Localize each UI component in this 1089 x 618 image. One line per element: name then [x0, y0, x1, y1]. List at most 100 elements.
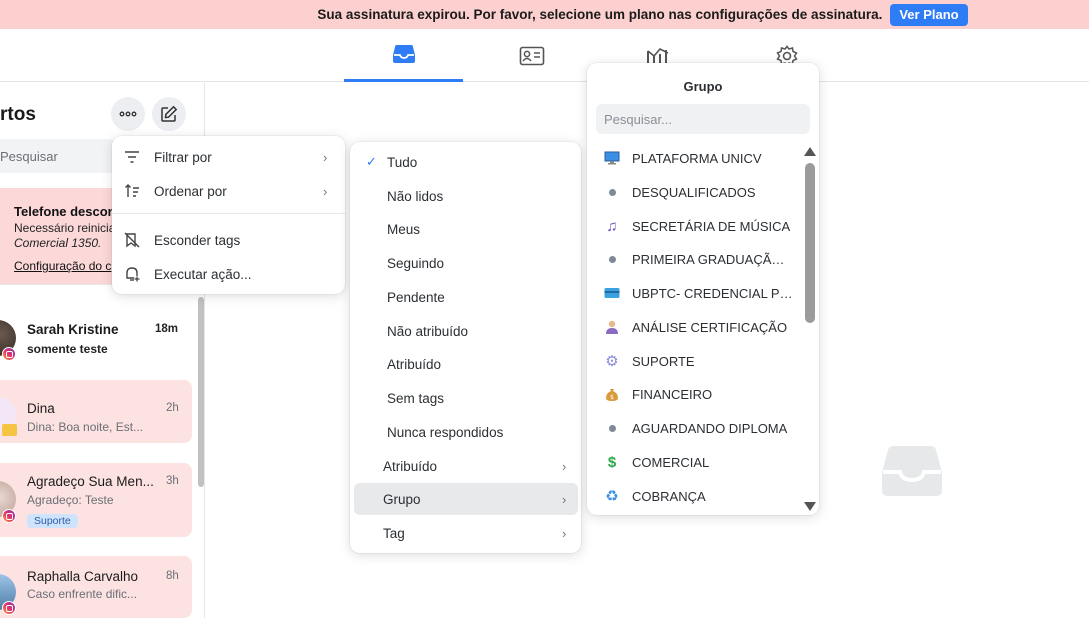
filter-option[interactable]: Não lidos: [354, 180, 578, 212]
dollar-icon: $: [607, 453, 617, 471]
conversation-name: Sarah Kristine: [27, 322, 119, 337]
group-label: COBRANÇA: [632, 488, 706, 504]
instagram-icon: [2, 601, 16, 615]
menu-item-label: Filtrar por: [154, 149, 212, 165]
conversation-preview: somente teste: [27, 342, 108, 356]
more-options-button[interactable]: [111, 97, 145, 131]
hide-tags-icon: [124, 232, 140, 248]
group-menu: Grupo PLATAFORMA UNICV DESQUALIFICADOS ♫…: [587, 63, 819, 515]
group-option[interactable]: ⚙ SUPORTE: [596, 345, 796, 377]
filter-icon: [125, 151, 139, 163]
group-label: COMERCIAL: [632, 454, 710, 470]
inbox-icon: [392, 45, 415, 63]
group-option[interactable]: ♫ SECRETÁRIA DE MÚSICA: [596, 210, 796, 242]
sort-icon: [125, 184, 139, 197]
menu-item-label: Ordenar por: [154, 183, 227, 199]
menu-item-run-action[interactable]: Executar ação...: [112, 258, 345, 290]
conversation-preview: Dina: Boa noite, Est...: [27, 420, 144, 434]
top-navigation: [0, 29, 1089, 82]
tag-badge: Suporte: [27, 514, 78, 528]
filter-option[interactable]: Atribuído: [354, 348, 578, 380]
options-menu: Filtrar por › Ordenar por › Esconder tag…: [112, 136, 345, 294]
filter-option-label: Tudo: [387, 154, 418, 170]
recycle-icon: ♻: [605, 488, 619, 505]
filter-option-label: Tag: [383, 525, 405, 541]
chevron-right-icon: ›: [562, 458, 567, 474]
conversation-item[interactable]: Agradeço Sua Men... 3h Agradeço: Teste S…: [0, 463, 192, 537]
group-option[interactable]: DESQUALIFICADOS: [596, 176, 796, 208]
filter-option[interactable]: Pendente: [354, 281, 578, 313]
group-label: DESQUALIFICADOS: [632, 184, 756, 200]
filter-option-label: Meus: [387, 221, 421, 237]
conversation-item[interactable]: Sarah Kristine 18m somente teste: [0, 303, 192, 363]
conversation-time: 3h: [166, 475, 179, 487]
filter-option[interactable]: Não atribuído: [354, 315, 578, 347]
sidebar-search-input[interactable]: Pesquisar: [0, 139, 115, 173]
filter-option[interactable]: Meus: [354, 213, 578, 245]
tab-inbox[interactable]: [344, 29, 463, 82]
divider: [112, 213, 345, 214]
filter-submenu-assigned[interactable]: Atribuído ›: [354, 450, 578, 482]
filter-option[interactable]: Nunca respondidos: [354, 416, 578, 448]
empty-inbox-icon: [880, 444, 944, 501]
email-icon: [2, 424, 17, 436]
menu-item-sort[interactable]: Ordenar por ›: [112, 175, 345, 207]
group-option[interactable]: ANÁLISE CERTIFICAÇÃO: [596, 311, 796, 343]
contact-card-icon: [519, 46, 544, 65]
scroll-down-arrow-icon[interactable]: [804, 502, 816, 511]
dot-icon: [604, 420, 620, 436]
group-option[interactable]: UBPTC- CREDENCIAL PSICANALISTA: [596, 277, 796, 309]
tab-contacts[interactable]: [472, 29, 591, 82]
group-search-input[interactable]: [596, 104, 810, 134]
filter-option-label: Atribuído: [383, 458, 438, 474]
conversation-time: 8h: [166, 570, 179, 582]
menu-item-label: Executar ação...: [154, 266, 252, 282]
money-bag-icon: $: [604, 386, 620, 402]
menu-item-label: Esconder tags: [154, 232, 241, 248]
menu-item-filter[interactable]: Filtrar por ›: [112, 141, 345, 173]
group-option[interactable]: AGUARDANDO DIPLOMA: [596, 412, 796, 444]
filter-submenu-group[interactable]: Grupo ›: [354, 483, 578, 515]
view-plan-button[interactable]: Ver Plano: [890, 3, 968, 26]
conversation-name: Dina: [27, 401, 55, 416]
chevron-right-icon: ›: [323, 149, 328, 165]
conversation-item[interactable]: Raphalla Carvalho 8h Caso enfrente dific…: [0, 556, 192, 618]
compose-button[interactable]: [152, 97, 186, 131]
group-label: ANÁLISE CERTIFICAÇÃO: [632, 319, 788, 335]
menu-item-hide-tags[interactable]: Esconder tags: [112, 224, 345, 256]
conversation-item[interactable]: Dina 2h Dina: Boa noite, Est...: [0, 380, 192, 443]
filter-option-label: Não lidos: [387, 188, 444, 204]
scroll-up-arrow-icon[interactable]: [804, 147, 816, 156]
group-menu-scrollbar[interactable]: [805, 163, 815, 323]
dot-icon: [604, 184, 620, 200]
group-option[interactable]: ♻ COBRANÇA: [596, 480, 796, 512]
filter-option-label: Grupo: [383, 491, 421, 507]
filter-option-all[interactable]: ✓ Tudo: [354, 146, 578, 178]
filter-submenu-tag[interactable]: Tag ›: [354, 517, 578, 549]
conversation-time: 18m: [155, 323, 179, 335]
group-option[interactable]: PRIMEIRA GRADUAÇÃO UNICV: [596, 243, 796, 275]
filter-option-label: Pendente: [387, 289, 445, 305]
group-option[interactable]: $ FINANCEIRO: [596, 378, 796, 410]
filter-option-label: Seguindo: [387, 255, 445, 271]
group-label: PRIMEIRA GRADUAÇÃO UNICV: [632, 251, 794, 267]
subscription-banner: Sua assinatura expirou. Por favor, selec…: [0, 0, 1089, 29]
compose-icon: [161, 105, 178, 122]
gear-icon: ⚙: [605, 353, 619, 370]
dot-icon: [604, 251, 620, 267]
conversation-preview: Caso enfrente dific...: [27, 587, 138, 601]
conversation-name: Agradeço Sua Men...: [27, 474, 154, 489]
banner-message: Sua assinatura expirou. Por favor, selec…: [317, 7, 883, 22]
group-label: SECRETÁRIA DE MÚSICA: [632, 218, 791, 234]
chevron-right-icon: ›: [323, 183, 328, 199]
group-label: PLATAFORMA UNICV: [632, 150, 762, 166]
group-option[interactable]: $ COMERCIAL: [596, 446, 796, 478]
phone-disconnected-alert: Telefone descon Necessário reinicia Come…: [0, 188, 130, 284]
filter-option[interactable]: Seguindo: [354, 247, 578, 279]
filter-option-label: Sem tags: [387, 390, 445, 406]
sidebar-scrollbar[interactable]: [198, 297, 204, 487]
filter-option[interactable]: Sem tags: [354, 382, 578, 414]
group-option[interactable]: PLATAFORMA UNICV: [596, 142, 796, 174]
group-label: AGUARDANDO DIPLOMA: [632, 420, 788, 436]
conversation-preview: Agradeço: Teste: [27, 493, 114, 507]
